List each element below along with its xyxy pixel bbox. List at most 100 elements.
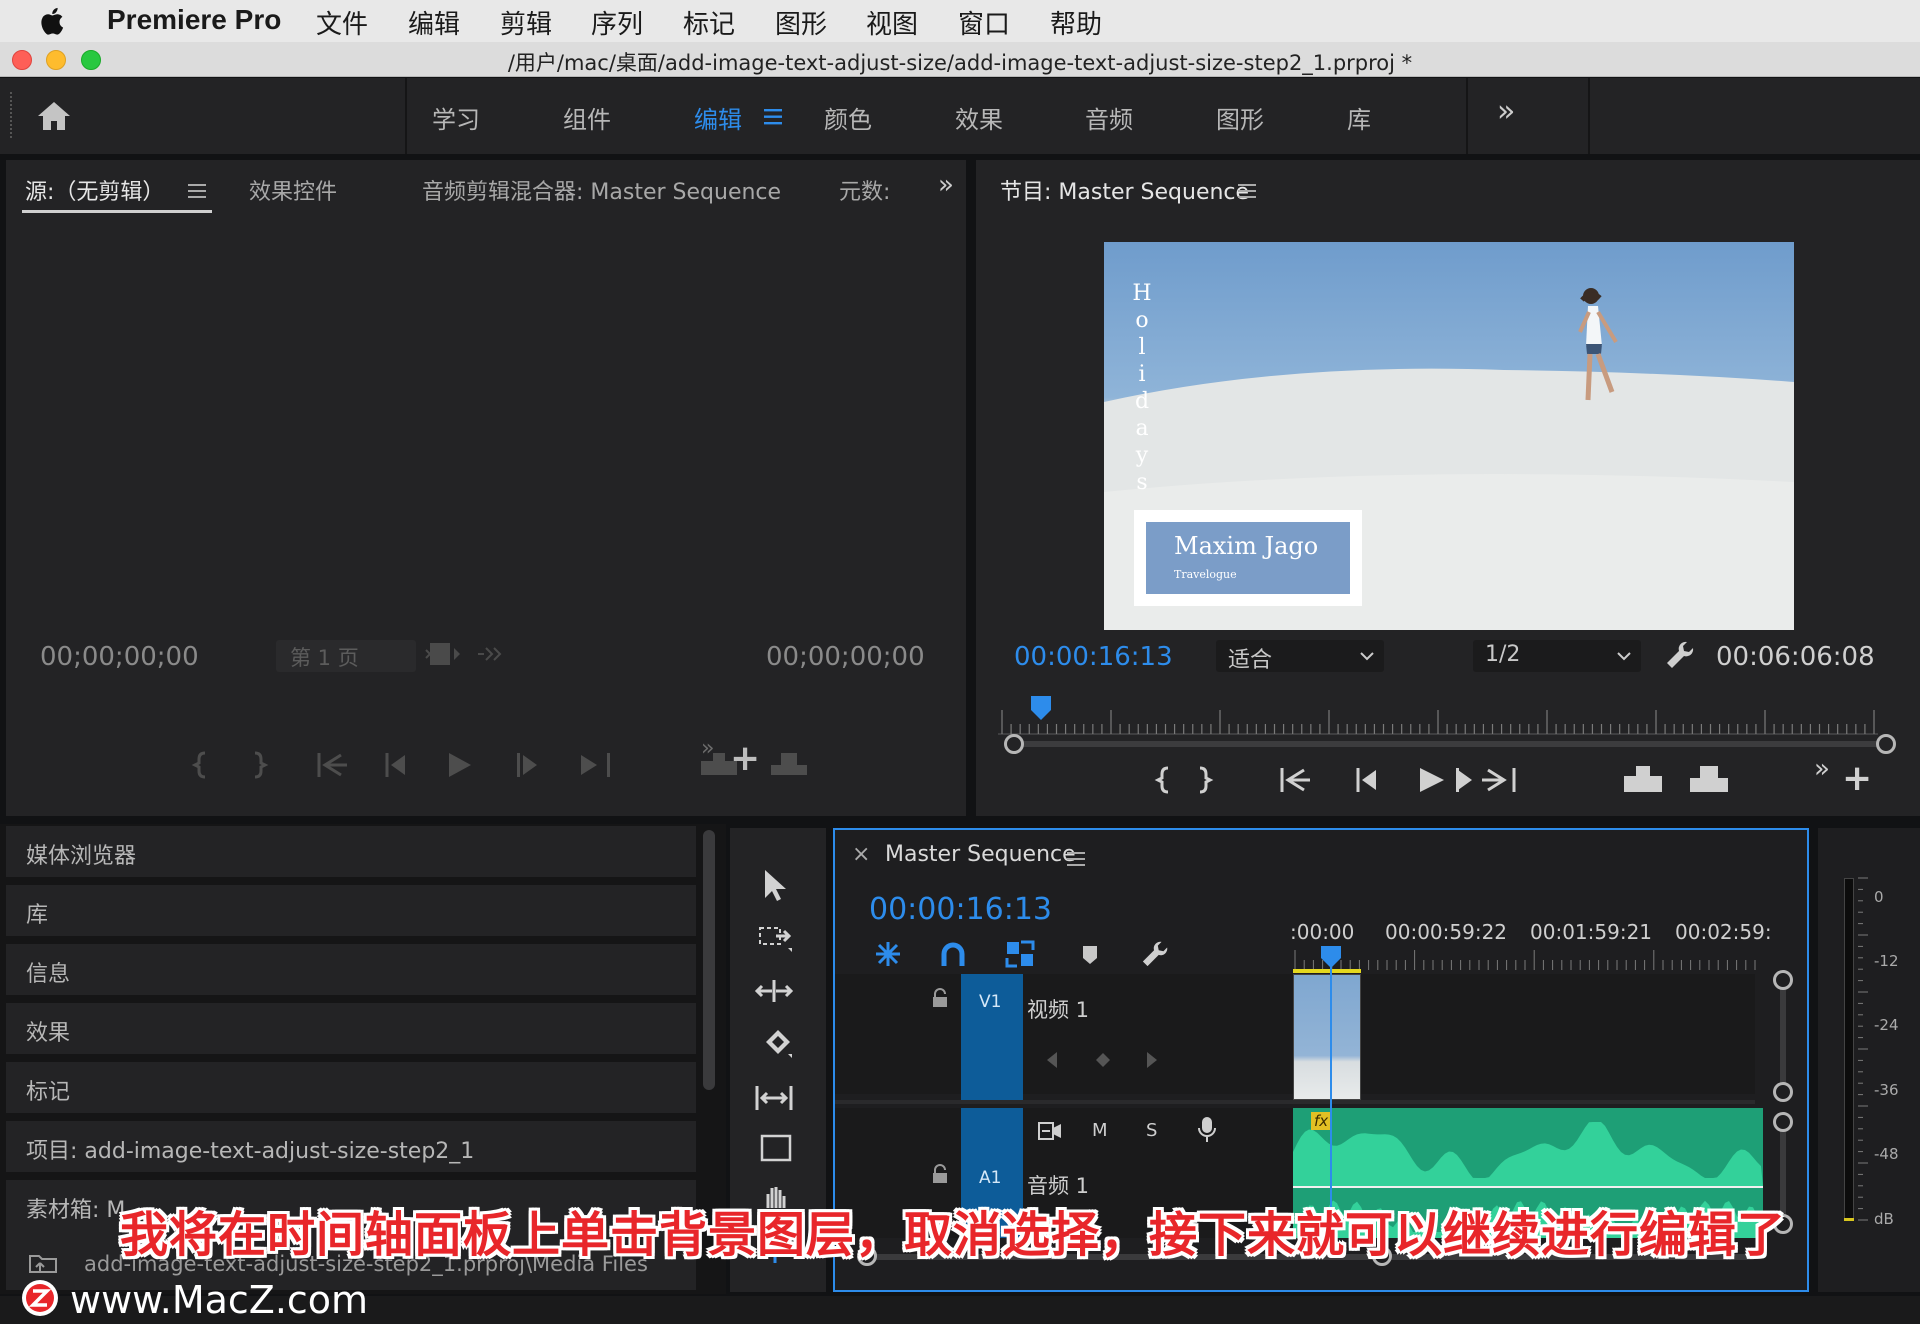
nest-toggle-icon[interactable] — [873, 940, 903, 968]
menu-graphics[interactable]: 图形 — [775, 4, 827, 41]
workspace-assembly[interactable]: 组件 — [563, 100, 611, 135]
zoom-handle-right[interactable] — [1876, 734, 1896, 754]
name-card-graphic[interactable]: Maxim Jago Travelogue — [1134, 510, 1362, 606]
menu-file[interactable]: 文件 — [316, 4, 368, 41]
source-controls-overflow[interactable]: » — [701, 736, 714, 761]
fx-badge[interactable]: fx — [1311, 1112, 1332, 1130]
workspace-libraries[interactable]: 库 — [1347, 100, 1371, 135]
program-time-ruler[interactable] — [998, 698, 1878, 736]
panel-menu-icon[interactable] — [188, 184, 206, 198]
workspace-color[interactable]: 颜色 — [824, 100, 872, 135]
ruler-label: 00:01:59:21 — [1530, 920, 1653, 944]
source-timecode-in[interactable]: 00;00;00;00 — [40, 642, 199, 672]
mark-out-icon — [254, 751, 269, 779]
v1-track-target[interactable]: V1 — [961, 974, 1023, 1100]
dock-project[interactable]: 项目: add-image-text-adjust-size-step2_1 — [6, 1121, 696, 1176]
microphone-icon[interactable] — [1198, 1116, 1216, 1144]
ripple-edit-tool-icon[interactable] — [754, 976, 794, 1006]
zoom-handle-left[interactable] — [1004, 734, 1024, 754]
program-add-button[interactable]: + — [1842, 758, 1872, 799]
workspace-menu-icon[interactable] — [764, 109, 782, 125]
dock-scrollbar[interactable] — [703, 830, 715, 1090]
meter-scale — [1858, 877, 1868, 1221]
workspace-learn[interactable]: 学习 — [432, 100, 480, 135]
vertical-letter: s — [1136, 470, 1148, 495]
app-name[interactable]: Premiere Pro — [107, 4, 281, 36]
dock-effects[interactable]: 效果 — [6, 1003, 696, 1058]
fit-dropdown[interactable]: 适合 — [1216, 640, 1384, 673]
menu-sequence[interactable]: 序列 — [591, 4, 643, 41]
grip-handle[interactable] — [10, 92, 13, 138]
resolution-dropdown[interactable]: 1/2 — [1473, 640, 1641, 672]
slip-tool-icon[interactable] — [754, 1082, 796, 1114]
v-scroll-track-video[interactable] — [1780, 982, 1786, 1090]
program-controls-overflow[interactable]: » — [1814, 754, 1830, 784]
v-scroll-handle[interactable] — [1773, 970, 1793, 990]
track-divider[interactable] — [835, 1100, 1755, 1104]
menu-help[interactable]: 帮助 — [1050, 4, 1102, 41]
video-clip-thumbnail[interactable] — [1293, 974, 1361, 1100]
meter-label: -36 — [1874, 1081, 1899, 1099]
linked-selection-icon[interactable] — [1005, 940, 1035, 968]
v-scroll-handle[interactable] — [1773, 1082, 1793, 1102]
timeline-playhead-handle[interactable] — [1321, 946, 1341, 968]
source-timecode-duration[interactable]: 00;00;00;00 — [766, 642, 925, 672]
timeline-playhead-timecode[interactable]: 00:00:16:13 — [869, 892, 1052, 927]
film-icon[interactable] — [424, 640, 464, 668]
tab-metadata[interactable]: 元数: — [839, 174, 890, 206]
menu-window[interactable]: 窗口 — [958, 4, 1010, 41]
tabs-overflow-button[interactable]: » — [938, 170, 954, 200]
add-marker-icon[interactable] — [1081, 944, 1099, 966]
selection-tool-icon[interactable] — [762, 868, 788, 902]
program-zoom-scrollbar[interactable] — [1012, 741, 1880, 747]
dock-libraries[interactable]: 库 — [6, 885, 696, 940]
tab-source[interactable]: 源:（无剪辑） — [25, 174, 164, 206]
play-forward-icon[interactable] — [476, 646, 504, 662]
v1-lock-icon[interactable] — [931, 988, 949, 1008]
a1-lock-icon[interactable] — [931, 1164, 949, 1184]
razor-tool-icon[interactable] — [760, 1028, 792, 1060]
rectangle-tool-icon[interactable] — [760, 1134, 794, 1164]
home-icon[interactable] — [36, 100, 72, 132]
workspace-overflow-button[interactable]: » — [1497, 94, 1515, 129]
menu-view[interactable]: 视图 — [866, 4, 918, 41]
program-title[interactable]: 节目: Master Sequence — [1000, 174, 1249, 206]
workspace-graphics[interactable]: 图形 — [1216, 100, 1264, 135]
program-playhead[interactable] — [1031, 696, 1052, 724]
macz-logo-icon — [22, 1280, 58, 1316]
timeline-panel-menu-icon[interactable] — [1067, 852, 1085, 866]
dock-media-browser[interactable]: 媒体浏览器 — [6, 826, 696, 881]
program-duration-timecode: 00:06:06:08 — [1716, 642, 1875, 672]
program-playhead-timecode[interactable]: 00:00:16:13 — [1014, 642, 1173, 672]
timeline-time-ruler[interactable] — [1293, 948, 1756, 972]
voice-over-icon[interactable] — [1037, 1120, 1063, 1142]
snap-magnet-icon[interactable] — [941, 942, 965, 968]
tab-effect-controls[interactable]: 效果控件 — [249, 174, 337, 206]
program-video-frame[interactable]: H o l i d a y s Maxim Jago Travelogue — [1104, 242, 1794, 630]
track-select-tool-icon[interactable] — [758, 924, 794, 954]
solo-track-button[interactable]: S — [1146, 1120, 1157, 1141]
audio-meter-panel: 0 -12 -24 -36 -48 dB — [1818, 828, 1920, 1292]
workspace-effects[interactable]: 效果 — [955, 100, 1003, 135]
v1-track-name[interactable]: 视频 1 — [1027, 994, 1089, 1024]
timeline-settings-wrench-icon[interactable] — [1141, 940, 1169, 968]
sequence-tab-title[interactable]: Master Sequence — [885, 842, 1076, 867]
workspace-audio[interactable]: 音频 — [1085, 100, 1133, 135]
folder-up-icon[interactable] — [28, 1250, 58, 1274]
dock-markers[interactable]: 标记 — [6, 1062, 696, 1117]
v-scroll-handle[interactable] — [1773, 1112, 1793, 1132]
close-sequence-icon[interactable]: × — [852, 842, 870, 867]
meter-label: -12 — [1874, 952, 1899, 970]
dock-info[interactable]: 信息 — [6, 944, 696, 999]
wrench-settings-icon[interactable] — [1665, 640, 1695, 670]
mute-track-button[interactable]: M — [1092, 1120, 1108, 1141]
menu-clip[interactable]: 剪辑 — [500, 4, 552, 41]
source-add-button[interactable]: + — [730, 738, 760, 779]
program-panel-menu-icon[interactable] — [1238, 184, 1256, 198]
apple-icon[interactable] — [40, 6, 66, 36]
menu-edit[interactable]: 编辑 — [408, 4, 460, 41]
holidays-vertical-text[interactable]: H o l i d a y s — [1130, 280, 1154, 496]
workspace-editing[interactable]: 编辑 — [694, 100, 742, 135]
tab-audio-clip-mixer[interactable]: 音频剪辑混合器: Master Sequence — [422, 174, 781, 206]
menu-marker[interactable]: 标记 — [683, 4, 735, 41]
